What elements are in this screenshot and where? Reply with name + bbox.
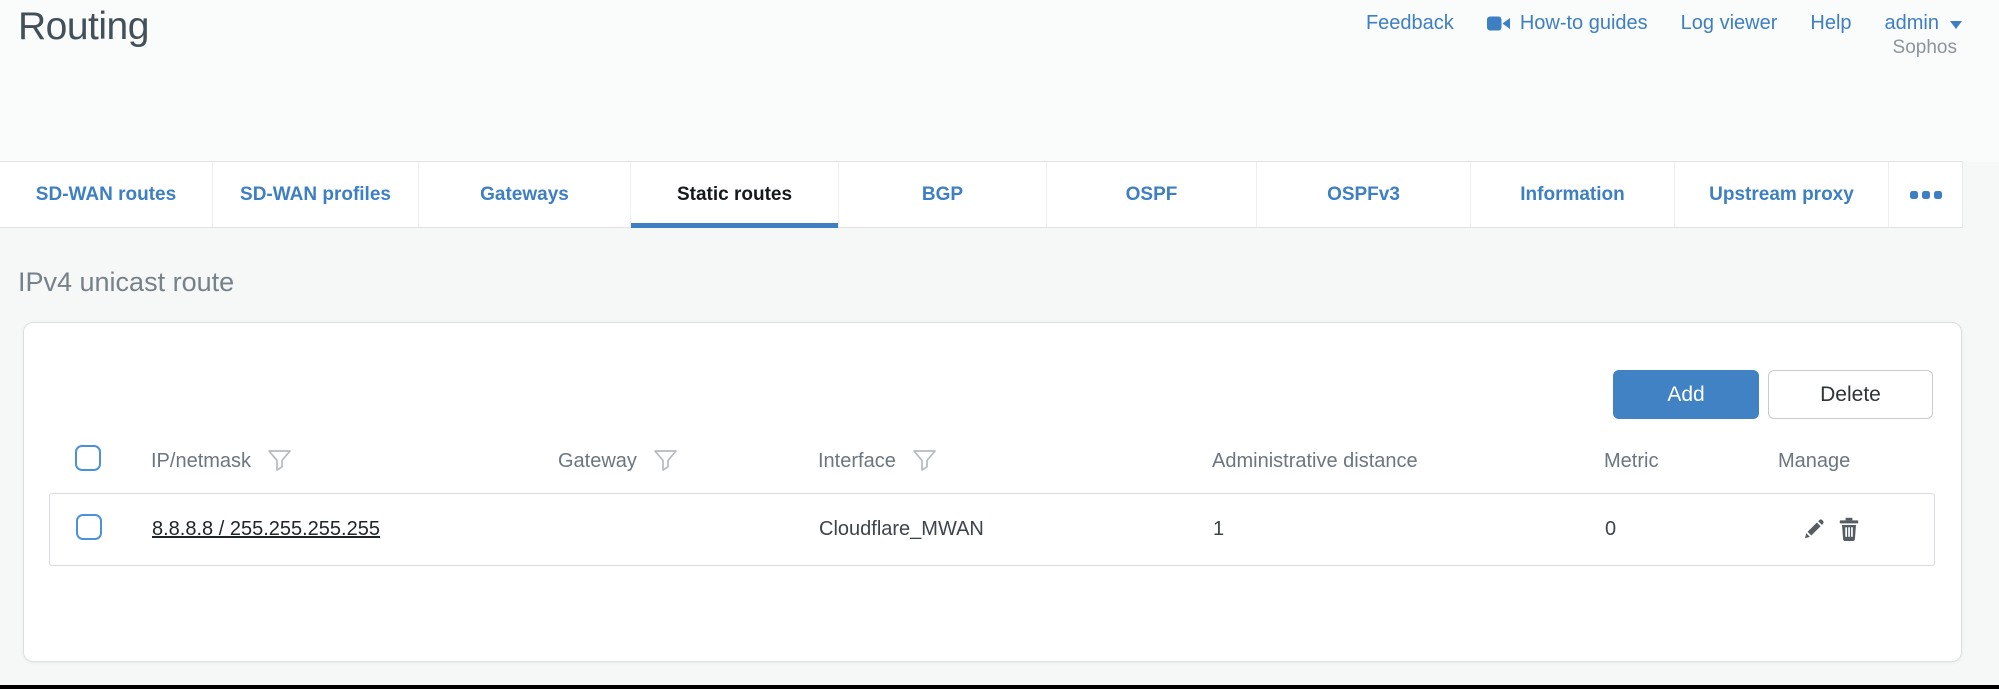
- cell-metric: 0: [1605, 518, 1779, 541]
- filter-icon[interactable]: [653, 449, 678, 473]
- cell-ip-netmask: 8.8.8.8 / 255.255.255.255: [152, 518, 559, 541]
- header-band: Routing Feedback How-to guides Log viewe…: [0, 0, 1999, 162]
- tab-ospf[interactable]: OSPF: [1046, 162, 1256, 227]
- column-header-admin-distance: Administrative distance: [1212, 450, 1604, 473]
- routing-tabbar: SD-WAN routes SD-WAN profiles Gateways S…: [0, 161, 1963, 228]
- tab-label: Information: [1520, 184, 1625, 206]
- chevron-down-icon: [1950, 21, 1962, 29]
- table-toolbar: Add Delete: [1613, 370, 1933, 419]
- tab-label: OSPFv3: [1327, 184, 1400, 206]
- ip-netmask-link[interactable]: 8.8.8.8 / 255.255.255.255: [152, 518, 380, 540]
- tabs-more-button[interactable]: [1888, 162, 1963, 227]
- filter-icon[interactable]: [912, 449, 937, 473]
- tab-label: Gateways: [480, 184, 569, 206]
- admin-menu-label: admin: [1885, 12, 1939, 35]
- tab-static-routes[interactable]: Static routes: [630, 162, 838, 227]
- tab-label: Static routes: [677, 184, 792, 206]
- admin-menu[interactable]: admin: [1885, 12, 1962, 35]
- tab-bgp[interactable]: BGP: [838, 162, 1046, 227]
- ellipsis-icon: [1922, 191, 1930, 199]
- feedback-link-label: Feedback: [1366, 12, 1454, 35]
- log-viewer-link-label: Log viewer: [1681, 12, 1778, 35]
- tab-ospfv3[interactable]: OSPFv3: [1256, 162, 1470, 227]
- table-row: 8.8.8.8 / 255.255.255.255 Cloudflare_MWA…: [49, 493, 1935, 566]
- column-label: IP/netmask: [151, 450, 251, 473]
- tab-label: SD-WAN routes: [36, 184, 176, 206]
- select-all-checkbox[interactable]: [75, 445, 101, 471]
- column-label: Interface: [818, 450, 896, 473]
- header-checkbox-cell: [49, 445, 151, 477]
- log-viewer-link[interactable]: Log viewer: [1681, 12, 1778, 35]
- table-header: IP/netmask Gateway Interface Administrat…: [49, 435, 1935, 487]
- howto-guides-link-label: How-to guides: [1520, 12, 1648, 35]
- delete-button[interactable]: Delete: [1768, 370, 1933, 419]
- column-label: Gateway: [558, 450, 637, 473]
- video-camera-icon: [1487, 15, 1511, 32]
- tab-information[interactable]: Information: [1470, 162, 1674, 227]
- column-header-manage: Manage: [1778, 450, 1935, 473]
- top-navigation: Feedback How-to guides Log viewer Help a…: [1366, 12, 1962, 35]
- row-select-checkbox[interactable]: [76, 514, 102, 540]
- howto-guides-link[interactable]: How-to guides: [1487, 12, 1648, 35]
- row-checkbox-cell: [50, 514, 152, 546]
- help-link[interactable]: Help: [1810, 12, 1851, 35]
- filter-icon[interactable]: [267, 449, 292, 473]
- column-label: Metric: [1604, 450, 1658, 473]
- column-label: Manage: [1778, 450, 1850, 473]
- brand-label: Sophos: [1893, 37, 1957, 59]
- cell-admin-distance: 1: [1213, 518, 1605, 541]
- tab-label: OSPF: [1126, 184, 1178, 206]
- row-delete-button[interactable]: [1837, 517, 1861, 542]
- screen-bottom-edge: [0, 685, 1999, 689]
- column-header-interface: Interface: [818, 449, 1212, 473]
- static-routes-card: Add Delete IP/netmask Gateway Interface …: [23, 322, 1962, 662]
- trash-icon: [1837, 517, 1861, 542]
- section-heading: IPv4 unicast route: [18, 267, 234, 298]
- feedback-link[interactable]: Feedback: [1366, 12, 1454, 35]
- tab-sdwan-profiles[interactable]: SD-WAN profiles: [212, 162, 418, 227]
- edit-button[interactable]: [1801, 518, 1825, 542]
- add-button[interactable]: Add: [1613, 370, 1759, 419]
- column-header-gateway: Gateway: [558, 449, 818, 473]
- cell-interface: Cloudflare_MWAN: [819, 518, 1213, 541]
- tab-gateways[interactable]: Gateways: [418, 162, 630, 227]
- column-label: Administrative distance: [1212, 450, 1418, 473]
- page-title: Routing: [18, 5, 149, 49]
- tab-label: BGP: [922, 184, 963, 206]
- ellipsis-icon: [1934, 191, 1942, 199]
- tab-upstream-proxy[interactable]: Upstream proxy: [1674, 162, 1888, 227]
- tab-label: Upstream proxy: [1709, 184, 1854, 206]
- help-link-label: Help: [1810, 12, 1851, 35]
- pencil-icon: [1801, 518, 1825, 542]
- tab-sdwan-routes[interactable]: SD-WAN routes: [0, 162, 212, 227]
- cell-manage: [1779, 517, 1934, 542]
- ellipsis-icon: [1910, 191, 1918, 199]
- column-header-metric: Metric: [1604, 450, 1778, 473]
- tab-label: SD-WAN profiles: [240, 184, 391, 206]
- column-header-ip-netmask: IP/netmask: [151, 449, 558, 473]
